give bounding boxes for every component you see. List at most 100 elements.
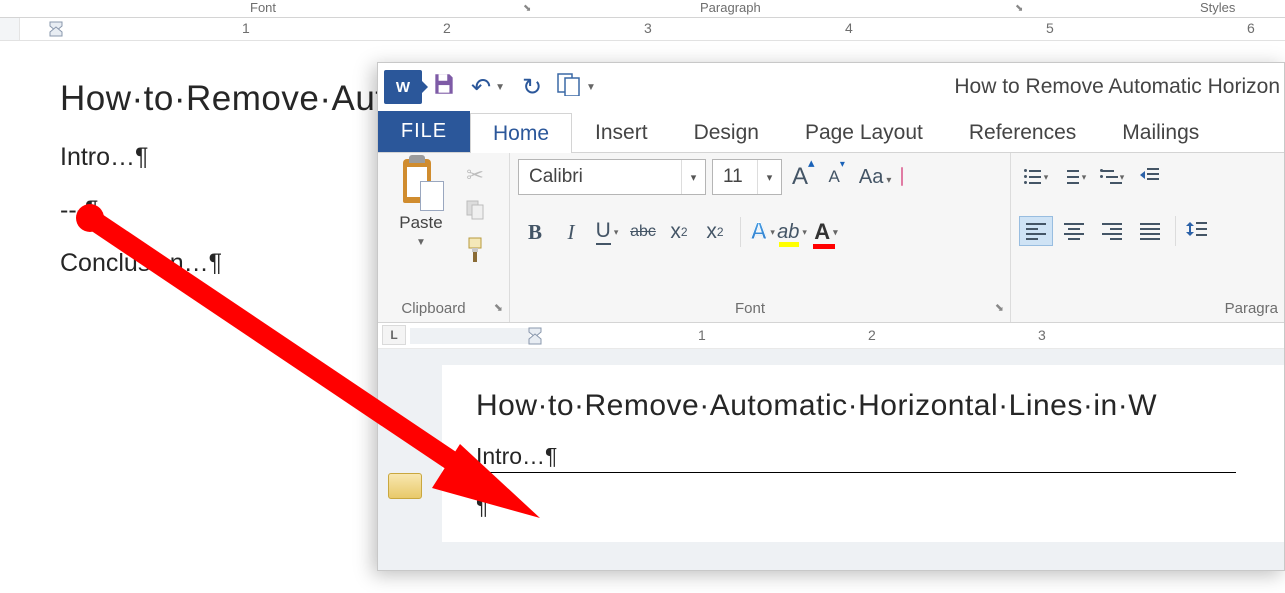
highlight-color-icon [779,242,799,247]
bg-ruler[interactable]: 1 2 3 4 5 6 [0,18,1285,41]
group-paragraph: ▾ ▾ ▾ Paragra [1011,153,1284,322]
dialog-launcher-icon[interactable]: ⬊ [494,301,503,314]
auto-horizontal-line [476,472,1236,473]
word-window: W ↶▼ ↻ ▼ How to Remove Automatic Horizon… [377,62,1285,571]
save-button[interactable] [422,67,466,107]
tab-home[interactable]: Home [470,113,572,153]
ruler-tick: 3 [1038,327,1046,343]
multilevel-button[interactable]: ▾ [1095,162,1129,192]
strike-button[interactable]: abc [626,217,660,247]
font-size-value: 11 [713,166,757,188]
tab-insert[interactable]: Insert [572,112,671,152]
ruler-tick: 2 [868,327,876,343]
bullets-button[interactable]: ▾ [1019,162,1053,192]
ruler-tick: 1 [242,20,250,36]
highlight-button[interactable]: ab▾ [776,217,808,247]
dropdown-icon[interactable]: ▾ [681,160,705,194]
align-center-icon [1064,223,1084,239]
tab-file[interactable]: FILE [378,110,470,152]
redo-button[interactable]: ↻ [510,67,554,107]
ribbon: Paste ▼ ✂ Clipboard ⬊ [378,153,1284,323]
dropdown-icon[interactable]: ▼ [386,237,456,248]
word-app-icon[interactable]: W [384,70,422,104]
tab-page-layout[interactable]: Page Layout [782,112,946,152]
font-name-value: Calibri [519,166,681,188]
ruler-tick: 5 [1046,20,1054,36]
group-label-text: Clipboard [401,300,465,317]
tab-selector[interactable]: L [382,325,406,345]
bg-tab-selector[interactable] [0,18,20,40]
dialog-launcher-icon[interactable]: ⬊ [995,301,1004,314]
numbering-button[interactable]: ▾ [1057,162,1091,192]
justify-button[interactable] [1133,216,1167,246]
dropdown-icon: ▼ [495,82,505,93]
quick-access-toolbar: W ↶▼ ↻ ▼ How to Remove Automatic Horizon [378,63,1284,111]
fg-page[interactable]: How·to·Remove·Automatic·Horizontal·Lines… [442,365,1284,542]
new-doc-icon [556,72,582,103]
undo-icon: ↶ [471,73,491,102]
tab-design[interactable]: Design [671,112,782,152]
text-effects-button[interactable]: A▾ [740,217,774,247]
bold-button[interactable]: B [518,217,552,247]
clear-formatting-button[interactable] [901,168,903,186]
line-spacing-button[interactable] [1175,216,1209,246]
font-color-button[interactable]: A▾ [810,217,842,247]
indent-marker-icon[interactable] [47,20,65,38]
font-name-combo[interactable]: Calibri ▾ [518,159,706,195]
new-doc-button[interactable]: ▼ [554,67,598,107]
subscript-button[interactable]: x2 [662,217,696,247]
paste-label: Paste [386,213,456,233]
align-right-icon [1102,223,1122,239]
group-clipboard: Paste ▼ ✂ Clipboard ⬊ [378,153,510,322]
justify-icon [1140,223,1160,239]
shrink-font-button[interactable]: A▾ [825,167,849,187]
superscript-button[interactable]: x2 [698,217,732,247]
fg-doc-title: How·to·Remove·Automatic·Horizontal·Lines… [476,389,1284,423]
group-paragraph-label: Paragra [1011,298,1284,322]
ruler-tick: 3 [644,20,652,36]
change-case-button[interactable]: Aa▾ [855,166,896,189]
dropdown-icon: ▼ [586,82,596,93]
bg-group-font-label: Font [250,0,276,15]
fg-ruler[interactable]: L 1 2 3 [378,323,1284,349]
paste-button[interactable]: Paste ▼ [386,159,456,298]
paste-icon [398,159,444,211]
ruler-tick: 6 [1247,20,1255,36]
group-font-label: Font ⬊ [510,298,1010,322]
decrease-indent-icon [1140,167,1160,188]
cut-button[interactable]: ✂ [466,163,484,188]
multilevel-icon [1100,169,1118,185]
bullets-icon [1024,169,1042,185]
group-label-text: Font [735,300,765,317]
fg-document-area: How·to·Remove·Automatic·Horizontal·Lines… [378,349,1284,570]
background-window: Font ⬊ Paragraph ⬊ Styles 1 2 3 4 5 6 Ho… [0,0,1285,41]
bg-launcher-icon[interactable]: ⬊ [523,3,531,14]
dropdown-icon[interactable]: ▾ [757,160,781,194]
ruler-margin-area [410,328,530,344]
ribbon-tabs: FILE Home Insert Design Page Layout Refe… [378,111,1284,153]
copy-button[interactable] [464,198,486,226]
group-clipboard-label: Clipboard ⬊ [378,298,509,322]
grow-font-button[interactable]: A▴ [788,163,819,191]
align-left-button[interactable] [1019,216,1053,246]
undo-button[interactable]: ↶▼ [466,67,510,107]
tab-mailings[interactable]: Mailings [1099,112,1222,152]
fg-doc-paragraph-mark: ¶ [476,493,1284,520]
ruler-tick: 2 [443,20,451,36]
underline-button[interactable]: U▾ [590,217,624,247]
font-size-combo[interactable]: 11 ▾ [712,159,782,195]
line-spacing-icon [1186,219,1208,244]
ruler-tick: 1 [698,327,706,343]
indent-marker-icon[interactable] [526,326,544,346]
align-center-button[interactable] [1057,216,1091,246]
bg-group-styles-label: Styles [1200,0,1235,15]
align-right-button[interactable] [1095,216,1129,246]
tab-references[interactable]: References [946,112,1099,152]
italic-button[interactable]: I [554,217,588,247]
font-color-swatch-icon [813,244,835,249]
eraser-icon [901,167,903,186]
ruler-tick: 4 [845,20,853,36]
bg-launcher-icon[interactable]: ⬊ [1015,3,1023,14]
format-painter-button[interactable] [463,236,487,270]
decrease-indent-button[interactable] [1133,162,1167,192]
